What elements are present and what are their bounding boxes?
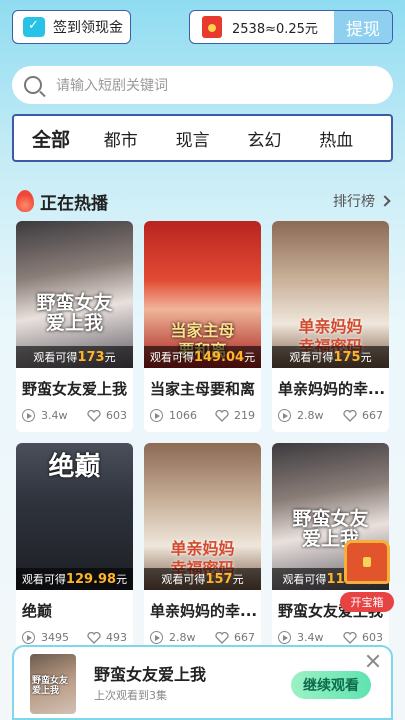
like-count: 493: [106, 631, 127, 644]
continue-subtitle: 上次观看到3集: [94, 689, 167, 702]
play-icon: [150, 409, 163, 422]
like-icon: [215, 409, 229, 422]
tab-romance[interactable]: 现言: [176, 126, 248, 151]
like-count: 667: [234, 631, 255, 644]
drama-card[interactable]: 单亲妈妈 幸福密码 观看可得157元 单亲妈妈的幸... 2.8w 667: [144, 443, 261, 654]
drama-card[interactable]: 当家主母 要和离 观看可得149.04元 当家主母要和离 1066 219: [144, 221, 261, 432]
play-count: 3495: [41, 631, 69, 644]
play-count: 2.8w: [297, 409, 324, 422]
section-header: 正在热播 排行榜: [16, 188, 391, 214]
drama-poster: 野蛮女友 爱上我 观看可得 173 元: [16, 221, 133, 368]
ranking-label: 排行榜: [333, 194, 375, 210]
earn-badge: 观看可得 129.98 元: [16, 568, 133, 590]
drama-poster: 绝巅 观看可得 129.98 元: [16, 443, 133, 590]
earn-badge: 观看可得 149.04 元: [144, 346, 261, 368]
checkin-label: 签到领现金: [53, 20, 123, 36]
like-icon: [87, 631, 101, 644]
like-icon: [343, 409, 357, 422]
continue-watching-bar[interactable]: 野蛮女友爱上我 野蛮女友爱上我 上次观看到3集 继续观看: [12, 645, 393, 720]
drama-stats: 2.8w 667: [272, 399, 389, 432]
tab-action[interactable]: 热血: [319, 126, 391, 151]
drama-poster: 单亲妈妈 幸福密码 观看可得175元: [272, 221, 389, 368]
play-count: 1066: [169, 409, 197, 422]
treasure-box[interactable]: 开宝箱: [340, 540, 394, 614]
play-icon: [278, 409, 291, 422]
drama-card[interactable]: 绝巅 观看可得 129.98 元 绝巅 3495 493: [16, 443, 133, 654]
like-count: 667: [362, 409, 383, 422]
search-icon: [24, 76, 42, 94]
tab-all[interactable]: 全部: [32, 125, 104, 152]
play-icon: [22, 631, 35, 644]
drama-card[interactable]: 野蛮女友 爱上我 观看可得 173 元 野蛮女友爱上我 3.4w 603: [16, 221, 133, 432]
ranking-link[interactable]: 排行榜: [333, 191, 391, 211]
drama-poster: 当家主母 要和离 观看可得149.04元: [144, 221, 261, 368]
red-envelope-icon: [202, 16, 222, 38]
play-count: 3.4w: [41, 409, 68, 422]
category-tabs: 全部 都市 现言 玄幻 热血: [12, 114, 393, 162]
coin-balance[interactable]: 2538≈0.25元 提现: [189, 10, 393, 44]
continue-thumbnail: 野蛮女友爱上我: [30, 654, 76, 714]
tab-fantasy[interactable]: 玄幻: [247, 126, 319, 151]
like-icon: [215, 631, 229, 644]
like-icon: [87, 409, 101, 422]
like-count: 603: [362, 631, 383, 644]
continue-title: 野蛮女友爱上我: [94, 665, 207, 684]
poster-caption: 野蛮女友 爱上我: [36, 292, 113, 334]
earn-badge: 观看可得 173 元: [16, 346, 133, 368]
drama-poster: 单亲妈妈 幸福密码 观看可得157元: [144, 443, 261, 590]
play-icon: [150, 631, 163, 644]
play-icon: [22, 409, 35, 422]
section-title: 正在热播: [40, 193, 108, 214]
poster-caption: 绝巅: [48, 452, 101, 482]
drama-title: 野蛮女友爱上我: [22, 380, 128, 398]
like-count: 219: [234, 409, 255, 422]
drama-stats: 3.4w 603: [16, 399, 133, 432]
thumb-caption: 野蛮女友爱上我: [32, 676, 69, 696]
like-icon: [343, 631, 357, 644]
withdraw-button[interactable]: 提现: [334, 11, 392, 43]
open-treasure-label: 开宝箱: [340, 592, 394, 612]
play-count: 2.8w: [169, 631, 196, 644]
checkin-button[interactable]: 签到领现金: [12, 10, 131, 44]
search-bar[interactable]: 请输入短剧关键词: [12, 66, 393, 104]
search-input[interactable]: 请输入短剧关键词: [56, 75, 168, 95]
play-count: 3.4w: [297, 631, 324, 644]
treasure-chest-icon: [344, 540, 390, 584]
calendar-check-icon: [23, 17, 45, 37]
drama-title: 绝巅: [22, 602, 53, 620]
top-bar: 签到领现金 2538≈0.25元 提现: [12, 10, 393, 44]
chevron-right-icon: [379, 195, 391, 207]
drama-stats: 1066 219: [144, 399, 261, 432]
earn-badge: 观看可得 175 元: [272, 346, 389, 368]
like-count: 603: [106, 409, 127, 422]
play-icon: [278, 631, 291, 644]
coin-text: 2538≈0.25元: [232, 21, 318, 37]
drama-title: 单亲妈妈的幸...: [150, 602, 258, 620]
drama-title: 当家主母要和离: [150, 380, 256, 398]
close-icon[interactable]: [365, 653, 381, 669]
drama-title: 单亲妈妈的幸...: [278, 380, 386, 398]
fire-icon: [16, 190, 34, 212]
tab-urban[interactable]: 都市: [104, 126, 176, 151]
drama-card[interactable]: 单亲妈妈 幸福密码 观看可得175元 单亲妈妈的幸... 2.8w 667: [272, 221, 389, 432]
earn-badge: 观看可得 157 元: [144, 568, 261, 590]
continue-watching-button[interactable]: 继续观看: [291, 671, 371, 699]
